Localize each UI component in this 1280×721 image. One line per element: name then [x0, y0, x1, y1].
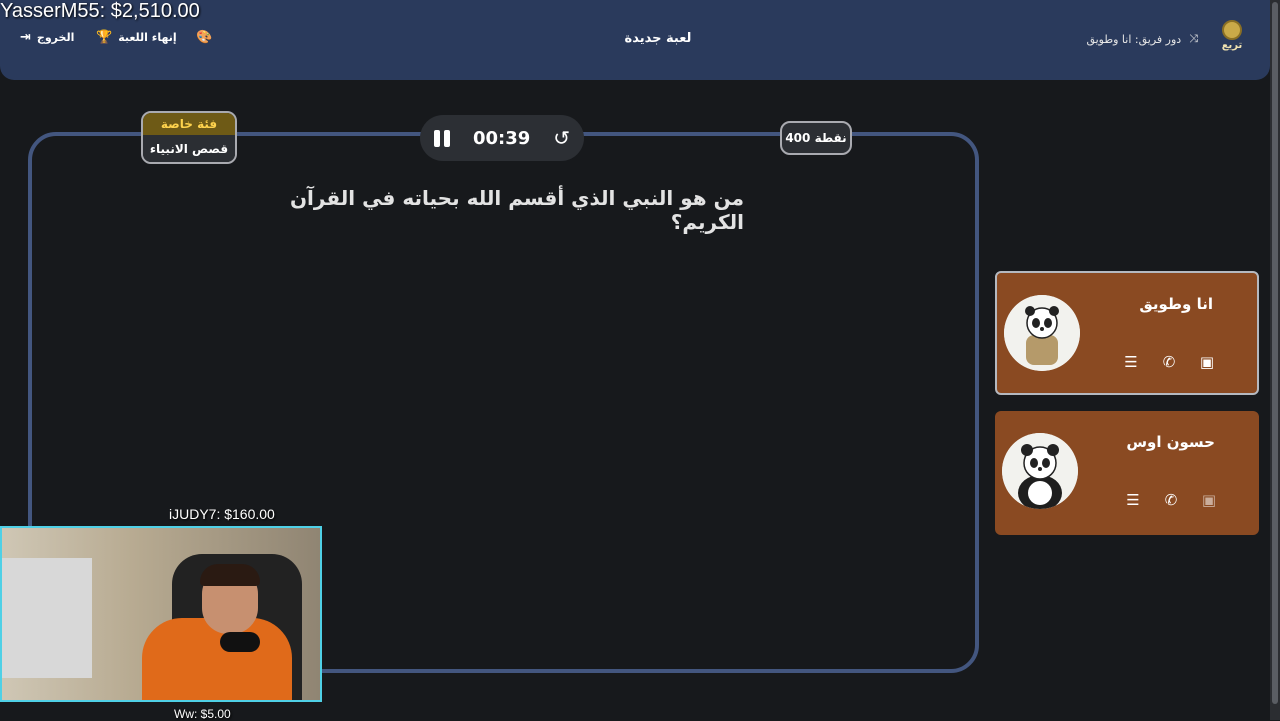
- team-card-active: انا وطويق ☰ ✆ ▣: [995, 271, 1259, 395]
- points-badge: 400 نقطة: [780, 121, 852, 155]
- turn-label: دور فريق: انا وطويق: [1086, 32, 1182, 46]
- team-actions: ☰ ✆ ▣: [1121, 353, 1217, 371]
- cam-top-label: iJUDY7: $160.00: [169, 506, 275, 522]
- page-title: لعبة جديدة: [624, 31, 692, 46]
- panda-avatar: [1004, 295, 1080, 371]
- end-game-label: إنهاء اللعبة: [118, 31, 177, 44]
- exit-button[interactable]: ⇥ الخروج: [20, 30, 74, 45]
- phone-icon[interactable]: ✆: [1159, 353, 1179, 371]
- logo-crest-icon: [1222, 20, 1242, 40]
- pause-icon[interactable]: [434, 129, 450, 147]
- turn-indicator: دور فريق: انا وطويق ⤨: [1086, 32, 1198, 46]
- exit-label: الخروج: [36, 31, 75, 44]
- question-text: من هو النبي الذي أقسم الله بحياته في الق…: [289, 186, 744, 234]
- team-name: انا وطويق: [1139, 295, 1213, 313]
- team-name: حسون اوس: [1126, 433, 1215, 451]
- palette-icon: 🎨: [196, 30, 213, 45]
- phone-icon[interactable]: ✆: [1161, 491, 1181, 509]
- app-logo: تريع: [1220, 20, 1244, 58]
- category-header: فئة خاصة: [143, 113, 235, 135]
- list-icon[interactable]: ☰: [1123, 491, 1143, 509]
- cash-icon[interactable]: ▣: [1197, 353, 1217, 371]
- end-game-button[interactable]: 🏆 إنهاء اللعبة: [96, 30, 177, 45]
- team-actions: ☰ ✆ ▣: [1123, 491, 1219, 509]
- scrollbar-thumb[interactable]: [1272, 2, 1278, 704]
- cam-bottom-label: Ww: $5.00: [174, 707, 231, 721]
- category-badge: فئة خاصة قصص الانبياء: [141, 111, 237, 164]
- exit-icon: ⇥: [20, 30, 31, 45]
- webcam-overlay: [0, 526, 322, 702]
- timer: 00:39 ↺: [420, 115, 584, 161]
- donation-overlay: YasserM55: $2,510.00: [0, 0, 200, 22]
- timer-value: 00:39: [472, 127, 531, 149]
- reset-timer-icon[interactable]: ↺: [553, 126, 570, 150]
- logo-text: تريع: [1221, 40, 1243, 51]
- trophy-icon: 🏆: [96, 30, 113, 45]
- category-name: قصص الانبياء: [143, 135, 235, 162]
- panda-avatar: [1002, 433, 1078, 509]
- shuffle-icon[interactable]: ⤨: [1189, 32, 1198, 46]
- list-icon[interactable]: ☰: [1121, 353, 1141, 371]
- palette-button[interactable]: 🎨: [196, 30, 212, 45]
- cash-icon[interactable]: ▣: [1199, 491, 1219, 509]
- scrollbar[interactable]: [1270, 0, 1280, 720]
- team-card: حسون اوس ☰ ✆ ▣: [995, 411, 1259, 535]
